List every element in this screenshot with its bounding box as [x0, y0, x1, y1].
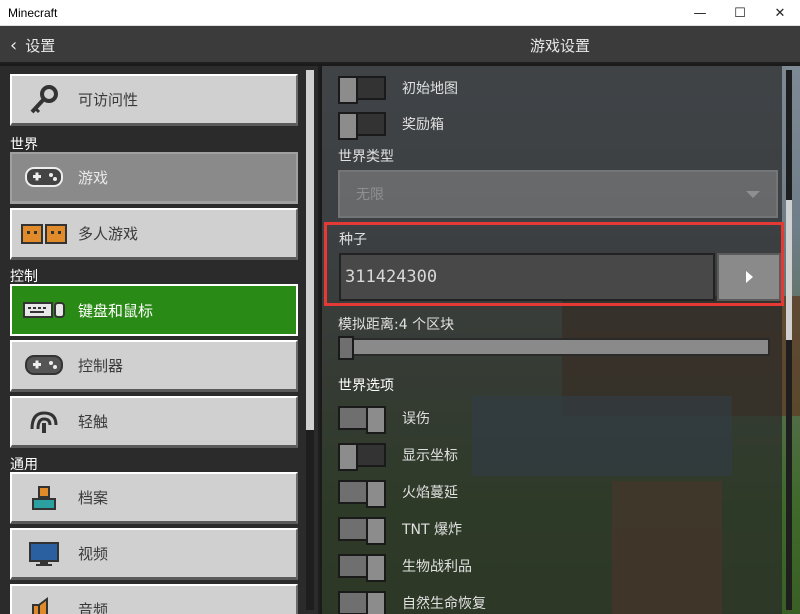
sidebar-item-game[interactable]: 游戏: [10, 152, 298, 204]
tnt-explodes-row: TNT 爆炸: [338, 515, 463, 545]
sidebar-item-accessibility[interactable]: 可访问性: [10, 74, 298, 126]
toggle-label: TNT 爆炸: [402, 522, 463, 538]
settings-scrollbar[interactable]: [786, 70, 792, 610]
sidebar-item-keyboard-mouse[interactable]: 键盘和鼠标: [10, 284, 298, 336]
bonus-chest-toggle[interactable]: [338, 112, 386, 140]
sidebar-item-label: 控制器: [78, 357, 124, 375]
world-options-title: 世界选项: [338, 378, 394, 394]
sidebar-item-controller[interactable]: 控制器: [10, 340, 298, 392]
mob-loot-toggle[interactable]: [338, 554, 386, 582]
toggle-label: 自然生命恢复: [402, 596, 486, 612]
game-settings-panel: 初始地图 奖励箱 世界类型 无限 种子 311424300 模拟距离:4 个区块…: [322, 66, 800, 614]
friendly-fire-row: 误伤: [338, 404, 430, 434]
starting-map-toggle[interactable]: [338, 76, 386, 104]
sidebar-item-audio[interactable]: 音频: [10, 584, 298, 614]
sidebar-item-profile[interactable]: 档案: [10, 472, 298, 524]
natural-regeneration-row: 自然生命恢复: [338, 589, 486, 614]
natural-regeneration-toggle[interactable]: [338, 591, 386, 614]
audio-icon: [12, 584, 76, 614]
starting-map-row: 初始地图: [338, 74, 458, 104]
settings-header: ‹ 设置 游戏设置: [0, 26, 800, 64]
multiplayer-icon: [12, 208, 76, 260]
toggle-label: 奖励箱: [402, 117, 444, 133]
seed-value: 311424300: [345, 267, 438, 287]
sidebar-item-touch[interactable]: 轻触: [10, 396, 298, 448]
minimize-button[interactable]: —: [680, 0, 720, 26]
toggle-label: 显示坐标: [402, 448, 458, 464]
controller-icon: [12, 152, 76, 204]
seed-submit-button[interactable]: [717, 253, 781, 301]
mob-loot-row: 生物战利品: [338, 552, 472, 582]
sidebar-item-video[interactable]: 视频: [10, 528, 298, 580]
sidebar-item-label: 键盘和鼠标: [78, 301, 154, 320]
friendly-fire-toggle[interactable]: [338, 406, 386, 434]
seed-highlight: 种子 311424300: [324, 222, 784, 306]
world-type-value: 无限: [356, 187, 384, 203]
sidebar-item-label: 音频: [78, 601, 109, 614]
controller-icon: [12, 340, 76, 392]
sidebar-scrollbar[interactable]: [306, 70, 314, 610]
toggle-label: 火焰蔓延: [402, 485, 458, 501]
slider-handle[interactable]: [338, 336, 354, 360]
sim-distance-slider[interactable]: [338, 336, 770, 360]
settings-scrollbar-thumb[interactable]: [786, 200, 792, 340]
tnt-explodes-toggle[interactable]: [338, 517, 386, 545]
sidebar-item-label: 档案: [78, 489, 109, 507]
settings-sidebar: 可访问性 世界 游戏 多人游戏 控制 键盘和鼠标 控制器 轻触 通用 档案 视频…: [0, 66, 320, 614]
sidebar-item-label: 可访问性: [78, 91, 139, 109]
page-title: 游戏设置: [530, 37, 591, 55]
close-button[interactable]: ✕: [760, 0, 800, 26]
window-titlebar: Minecraft — ☐ ✕: [0, 0, 800, 26]
bonus-chest-row: 奖励箱: [338, 110, 444, 140]
touch-icon: [12, 396, 76, 448]
seed-label: 种子: [339, 232, 367, 248]
world-type-label: 世界类型: [338, 149, 394, 165]
seed-input[interactable]: 311424300: [339, 253, 715, 301]
show-coordinates-toggle[interactable]: [338, 443, 386, 471]
toggle-label: 生物战利品: [402, 559, 472, 575]
keyboard-mouse-icon: [12, 284, 76, 336]
sim-distance-label: 模拟距离:4 个区块: [338, 317, 455, 333]
toggle-label: 初始地图: [402, 81, 458, 97]
play-icon: [745, 271, 753, 283]
fire-spread-toggle[interactable]: [338, 480, 386, 508]
window-title: Minecraft: [8, 5, 58, 20]
sidebar-item-label: 视频: [78, 545, 109, 563]
world-type-dropdown[interactable]: 无限: [338, 170, 778, 218]
sidebar-item-label: 轻触: [78, 413, 109, 431]
section-controls: 控制: [10, 269, 38, 285]
video-icon: [12, 528, 76, 580]
window-controls: — ☐ ✕: [680, 0, 800, 26]
sidebar-scrollbar-thumb[interactable]: [306, 70, 314, 430]
back-label: 设置: [25, 36, 56, 55]
show-coordinates-row: 显示坐标: [338, 441, 458, 471]
maximize-button[interactable]: ☐: [720, 0, 760, 26]
chevron-down-icon: [746, 190, 760, 198]
sidebar-item-multiplayer[interactable]: 多人游戏: [10, 208, 298, 260]
chevron-left-icon: ‹: [10, 34, 18, 56]
back-button[interactable]: ‹ 设置: [10, 33, 55, 57]
fire-spread-row: 火焰蔓延: [338, 478, 458, 508]
toggle-label: 误伤: [402, 411, 430, 427]
sidebar-item-label: 游戏: [78, 169, 109, 187]
profile-icon: [12, 472, 76, 524]
key-icon: [12, 74, 76, 126]
sidebar-item-label: 多人游戏: [78, 225, 139, 243]
